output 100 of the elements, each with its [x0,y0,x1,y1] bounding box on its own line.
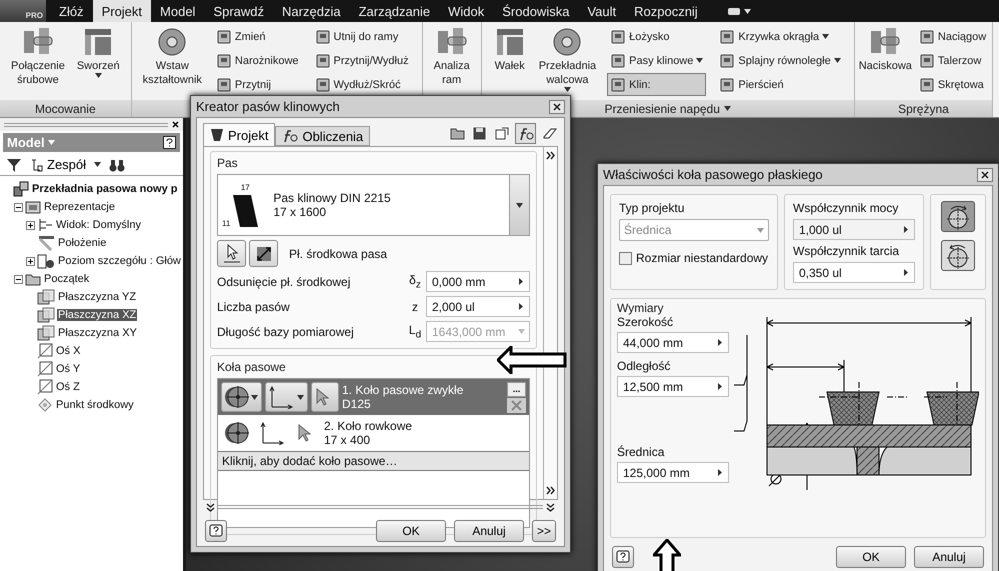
caret-icon [48,140,55,145]
ribbon-button[interactable]: Narożnikowe [212,49,302,72]
plane-label: Pł. środkowa pasa [289,246,388,260]
value-field[interactable]: 2,000 ul [426,296,530,317]
tree-item[interactable]: Oś X [55,345,82,357]
ok-button[interactable]: OK [836,546,906,568]
value-field[interactable]: 0,000 mm [426,271,530,292]
ribbon-button[interactable]: Talerzow [916,49,990,72]
custom-size-checkbox[interactable]: Rozmiar niestandardowy [619,251,769,265]
ribbon-tab[interactable]: Rozpocznij [625,0,707,22]
ribbon-tab[interactable]: Środowiska [493,0,578,22]
ribbon-tab[interactable]: Vault [578,0,626,22]
ribbon-button[interactable]: Skrętowa [916,73,990,96]
ribbon-tab[interactable]: Widok [439,0,494,22]
ribbon-button[interactable]: Przytnij/Wydłuż [312,49,412,72]
ribbon-button[interactable]: Wstaw kształtownik [142,25,203,100]
collapse-icon[interactable] [14,274,23,284]
cursor-icon [297,424,311,442]
dialog-tab[interactable]: Obliczenia [275,126,370,146]
ribbon-button[interactable]: Utnij do ramy [312,25,412,48]
value-field[interactable]: 125,000 mm [617,462,729,483]
close-button[interactable] [549,100,565,114]
document-icon [494,127,508,140]
caret-icon [744,8,751,14]
value-field[interactable]: 1,000 ul [793,219,915,240]
tree-item[interactable]: Płaszczyzna XZ [57,309,138,321]
ribbon-button[interactable]: Łożysko [607,25,706,48]
double-chevron-icon[interactable] [546,502,555,512]
flip-button[interactable] [249,240,278,267]
ribbon-tab[interactable]: Zarządzanie [350,0,440,22]
ribbon-button[interactable]: Pasy klinowe [607,49,706,72]
tree-item[interactable]: Przekładnia pasowa nowy p [31,183,178,195]
value-field[interactable]: 0,350 ul [793,262,915,283]
more-button[interactable]: ... [507,382,526,396]
expand-icon[interactable] [26,256,35,266]
more-options-button[interactable]: >> [532,520,556,542]
tree-item[interactable]: Płaszczyzna XY [57,327,138,339]
dimension-label: 11 [222,218,230,228]
filter-icon[interactable] [6,156,22,172]
save-button[interactable] [471,125,488,142]
close-button[interactable] [977,168,993,182]
ribbon-button[interactable]: Pierścień [716,73,844,96]
ribbon-tab[interactable]: Projekt [92,0,152,22]
tree-item[interactable]: Płaszczyzna YZ [57,291,138,303]
ok-button[interactable]: OK [376,520,446,542]
caret-icon [718,469,722,476]
tree-item[interactable]: Oś Z [55,381,81,393]
collapse-icon[interactable] [14,202,23,212]
assembly-view-button[interactable]: Zespół [30,157,86,172]
rotation-button[interactable] [941,240,975,271]
ribbon-button[interactable]: Sworzeń [76,25,121,100]
window-title: Właściwości koła pasowego płaskiego [603,167,823,182]
field-label: Średnica [617,445,666,459]
tree-item[interactable]: Reprezentacje [43,201,116,213]
ribbon-button[interactable]: Naciągow [916,25,990,48]
properties-button[interactable] [493,125,510,142]
pulley-row[interactable]: 1. Koło pasowe zwykłe D125 ... [218,379,529,415]
quick-access-icon[interactable] [726,6,741,16]
binoculars-icon[interactable] [109,158,126,172]
caret-icon [904,269,908,276]
value-field[interactable]: 44,000 mm [617,332,729,353]
function-icon [282,129,298,143]
expand-icon[interactable] [26,220,35,230]
ribbon-button[interactable]: Wałek [492,25,528,100]
value-field[interactable]: 12,500 mm [617,376,729,397]
ribbon-button[interactable]: Połączenie śrubowe [10,25,66,100]
tree-item[interactable]: Poziom szczegółu : Głów [57,255,182,267]
ribbon-tab[interactable]: Sprawdź [204,0,274,22]
cancel-button[interactable]: Anuluj [454,520,524,542]
help-button[interactable] [205,520,227,542]
symbol-label: z [411,300,419,314]
tree-item[interactable]: Położenie [57,237,108,249]
ribbon-button[interactable]: Krzywka okrągła [716,25,844,48]
tree-item[interactable]: Początek [43,273,90,285]
select-button[interactable] [217,240,246,267]
calculation-toggle-button[interactable] [515,123,536,144]
delete-icon[interactable] [507,398,526,412]
ribbon-tab[interactable]: Złóż [50,0,93,22]
ribbon-tab[interactable]: Narzędzia [273,0,350,22]
ribbon-tab[interactable]: Model [151,0,204,22]
double-chevron-icon[interactable] [546,486,555,495]
belt-selector[interactable]: 11 17 Pas klinowy DIN 2215 17 x 1600 [217,174,530,236]
dialog-tab[interactable]: Projekt [203,123,276,146]
tree-item[interactable]: Punkt środkowy [55,399,135,411]
tree-item[interactable]: Oś Y [55,363,82,375]
ribbon-button[interactable]: Zmień [212,25,302,48]
ribbon-button[interactable]: Splajny równoległe [716,49,844,72]
rotation-button[interactable] [941,201,975,232]
double-chevron-icon[interactable] [206,502,215,512]
ribbon-button[interactable]: Klin: [607,73,706,96]
tree-item[interactable]: Widok: Domyślny [55,219,142,231]
cancel-button[interactable]: Anuluj [914,546,984,568]
add-pulley-row[interactable]: Kliknij, aby dodać koło pasowe… [218,451,529,471]
help-icon[interactable] [163,136,176,149]
help-button[interactable] [612,546,634,568]
ribbon-button[interactable]: Analiza ram [432,25,471,100]
close-icon[interactable] [172,121,179,128]
double-chevron-icon[interactable] [546,151,555,160]
ribbon-button[interactable]: Naciskowa [858,25,913,100]
application-menu-button[interactable]: PRO [0,0,46,22]
